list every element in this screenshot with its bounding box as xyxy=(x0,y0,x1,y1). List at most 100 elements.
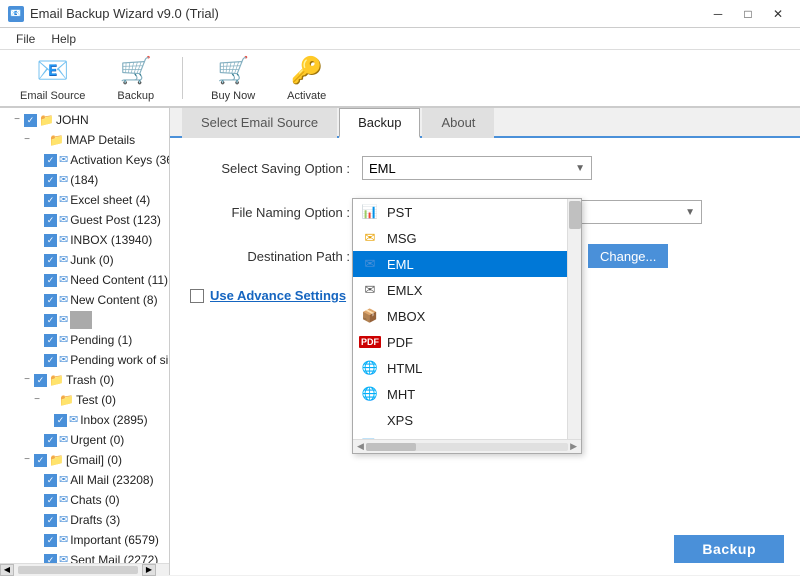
folder-icon: 📁 xyxy=(39,111,54,129)
dropdown-item-mht[interactable]: 🌐MHT xyxy=(353,381,567,407)
toolbar-separator xyxy=(182,57,183,99)
emlx-format-icon: ✉ xyxy=(359,281,381,299)
toolbar-email-source[interactable]: 📧 Email Source xyxy=(12,51,93,106)
dropdown-item-rtf[interactable]: 📝RTF xyxy=(353,433,567,439)
tree-item[interactable]: −📁Test (0) xyxy=(0,390,169,410)
dropdown-item-msg[interactable]: ✉MSG xyxy=(353,225,567,251)
tree-checkbox[interactable]: ✓ xyxy=(44,194,57,207)
dropdown-item-pst[interactable]: 📊PST xyxy=(353,199,567,225)
dropdown-vscroll-track[interactable] xyxy=(567,199,581,439)
tree-checkbox[interactable]: ✓ xyxy=(44,154,57,167)
tree-checkbox[interactable]: ✓ xyxy=(44,494,57,507)
tree-item[interactable]: −📁IMAP Details xyxy=(0,130,169,150)
tree-item[interactable]: ✓✉Inbox (2895) xyxy=(0,410,169,430)
tree-expand-icon[interactable]: − xyxy=(20,131,34,149)
tree-expand-icon[interactable]: − xyxy=(30,391,44,409)
tree-item[interactable]: ✓✉Chats (0) xyxy=(0,490,169,510)
change-button[interactable]: Change... xyxy=(588,244,668,268)
tree-item[interactable]: −✓📁[Gmail] (0) xyxy=(0,450,169,470)
backup-button[interactable]: Backup xyxy=(674,535,784,563)
sidebar-hscrollbar[interactable]: ◀ ▶ xyxy=(0,563,169,575)
pst-label: PST xyxy=(387,205,412,220)
menu-help[interactable]: Help xyxy=(43,30,84,48)
mail-icon: ✉ xyxy=(59,551,68,563)
tree-item[interactable]: ✓✉Activation Keys (36) xyxy=(0,150,169,170)
tree-checkbox[interactable]: ✓ xyxy=(44,474,57,487)
mail-icon: ✉ xyxy=(59,491,68,509)
tree-checkbox[interactable]: ✓ xyxy=(44,554,57,564)
dropdown-list[interactable]: 📊PST✉MSG✉EML✉EMLX📦MBOXPDFPDF🌐HTML🌐MHTXPS… xyxy=(353,199,581,439)
dropdown-item-emlx[interactable]: ✉EMLX xyxy=(353,277,567,303)
tree-item[interactable]: ✓✉Junk (0) xyxy=(0,250,169,270)
tree-item[interactable]: ✓✉Pending work of sir (' xyxy=(0,350,169,370)
toolbar-activate[interactable]: 🔑 Activate xyxy=(279,51,334,106)
tree-checkbox[interactable]: ✓ xyxy=(44,254,57,267)
hscroll-left-icon[interactable]: ◀ xyxy=(357,441,364,452)
tree-item[interactable]: ✓✉INBOX (13940) xyxy=(0,230,169,250)
tree-checkbox[interactable]: ✓ xyxy=(44,534,57,547)
tree-item[interactable]: ✓✉Need Content (11) xyxy=(0,270,169,290)
menu-file[interactable]: File xyxy=(8,30,43,48)
tree-checkbox[interactable]: ✓ xyxy=(24,114,37,127)
dropdown-item-pdf[interactable]: PDFPDF xyxy=(353,329,567,355)
tree-item[interactable]: −✓📁Trash (0) xyxy=(0,370,169,390)
tree-checkbox[interactable]: ✓ xyxy=(44,234,57,247)
window-title: Email Backup Wizard v9.0 (Trial) xyxy=(30,6,219,21)
tree-item[interactable]: −✓📁JOHN xyxy=(0,110,169,130)
tree-checkbox[interactable]: ✓ xyxy=(54,414,67,427)
backup-icon: 🛒 xyxy=(120,55,152,87)
advance-settings-label[interactable]: Use Advance Settings xyxy=(210,288,346,303)
dropdown-item-html[interactable]: 🌐HTML xyxy=(353,355,567,381)
tree-checkbox[interactable]: ✓ xyxy=(34,374,47,387)
tree-checkbox[interactable]: ✓ xyxy=(44,314,57,327)
tree-checkbox[interactable]: ✓ xyxy=(44,354,57,367)
tree-item-label: Need Content (11) xyxy=(70,271,168,289)
tree-checkbox[interactable]: ✓ xyxy=(44,174,57,187)
tree-item[interactable]: ✓✉Important (6579) xyxy=(0,530,169,550)
mbox-format-icon: 📦 xyxy=(359,307,381,325)
advance-checkbox[interactable] xyxy=(190,289,204,303)
tree-item[interactable]: ✓✉New Content (8) xyxy=(0,290,169,310)
close-button[interactable]: ✕ xyxy=(764,4,792,24)
tree-expand-icon[interactable]: − xyxy=(20,451,34,469)
tree-item[interactable]: ✓✉Guest Post (123) xyxy=(0,210,169,230)
tab-backup[interactable]: Backup xyxy=(339,108,420,138)
tree-checkbox[interactable]: ✓ xyxy=(44,514,57,527)
tree-item[interactable]: ✓✉(15) xyxy=(0,310,169,330)
scroll-left-btn[interactable]: ◀ xyxy=(0,564,14,576)
tree-item[interactable]: ✓✉Excel sheet (4) xyxy=(0,190,169,210)
saving-option-select[interactable]: EML ▼ xyxy=(362,156,592,180)
backup-label: Backup xyxy=(117,90,154,102)
dropdown-item-xps[interactable]: XPS xyxy=(353,407,567,433)
tab-about[interactable]: About xyxy=(422,108,494,138)
tree-item[interactable]: ✓✉Pending (1) xyxy=(0,330,169,350)
maximize-button[interactable]: □ xyxy=(734,4,762,24)
dropdown-item-mbox[interactable]: 📦MBOX xyxy=(353,303,567,329)
minimize-button[interactable]: ─ xyxy=(704,4,732,24)
mail-icon: ✉ xyxy=(59,171,68,189)
mht-format-icon: 🌐 xyxy=(359,385,381,403)
tree-item[interactable]: ✓✉All Mail (23208) xyxy=(0,470,169,490)
tree-item[interactable]: ✓✉Drafts (3) xyxy=(0,510,169,530)
tree-checkbox[interactable]: ✓ xyxy=(34,454,47,467)
hscroll-right-icon[interactable]: ▶ xyxy=(570,441,577,452)
tree-checkbox[interactable]: ✓ xyxy=(44,294,57,307)
tree-checkbox[interactable]: ✓ xyxy=(44,334,57,347)
tree-expand-icon[interactable]: − xyxy=(10,111,24,129)
tree-checkbox[interactable]: ✓ xyxy=(44,274,57,287)
scroll-right-btn[interactable]: ▶ xyxy=(142,564,156,576)
tree-item[interactable]: ✓✉Urgent (0) xyxy=(0,430,169,450)
tree-item[interactable]: ✓✉Sent Mail (2272) xyxy=(0,550,169,563)
tree-checkbox[interactable]: ✓ xyxy=(44,214,57,227)
tree-checkbox[interactable]: ✓ xyxy=(44,434,57,447)
tree-item-label: Pending (1) xyxy=(70,331,132,349)
html-label: HTML xyxy=(387,361,422,376)
toolbar-buy-now[interactable]: 🛒 Buy Now xyxy=(203,51,263,106)
tab-select-email-source[interactable]: Select Email Source xyxy=(182,108,337,138)
toolbar-backup[interactable]: 🛒 Backup xyxy=(109,51,162,106)
dropdown-hscrollbar: ◀ ▶ xyxy=(353,439,581,453)
sidebar[interactable]: −✓📁JOHN−📁IMAP Details✓✉Activation Keys (… xyxy=(0,108,170,563)
tree-expand-icon[interactable]: − xyxy=(20,371,34,389)
tree-item[interactable]: ✓✉(184) xyxy=(0,170,169,190)
dropdown-item-eml[interactable]: ✉EML xyxy=(353,251,567,277)
